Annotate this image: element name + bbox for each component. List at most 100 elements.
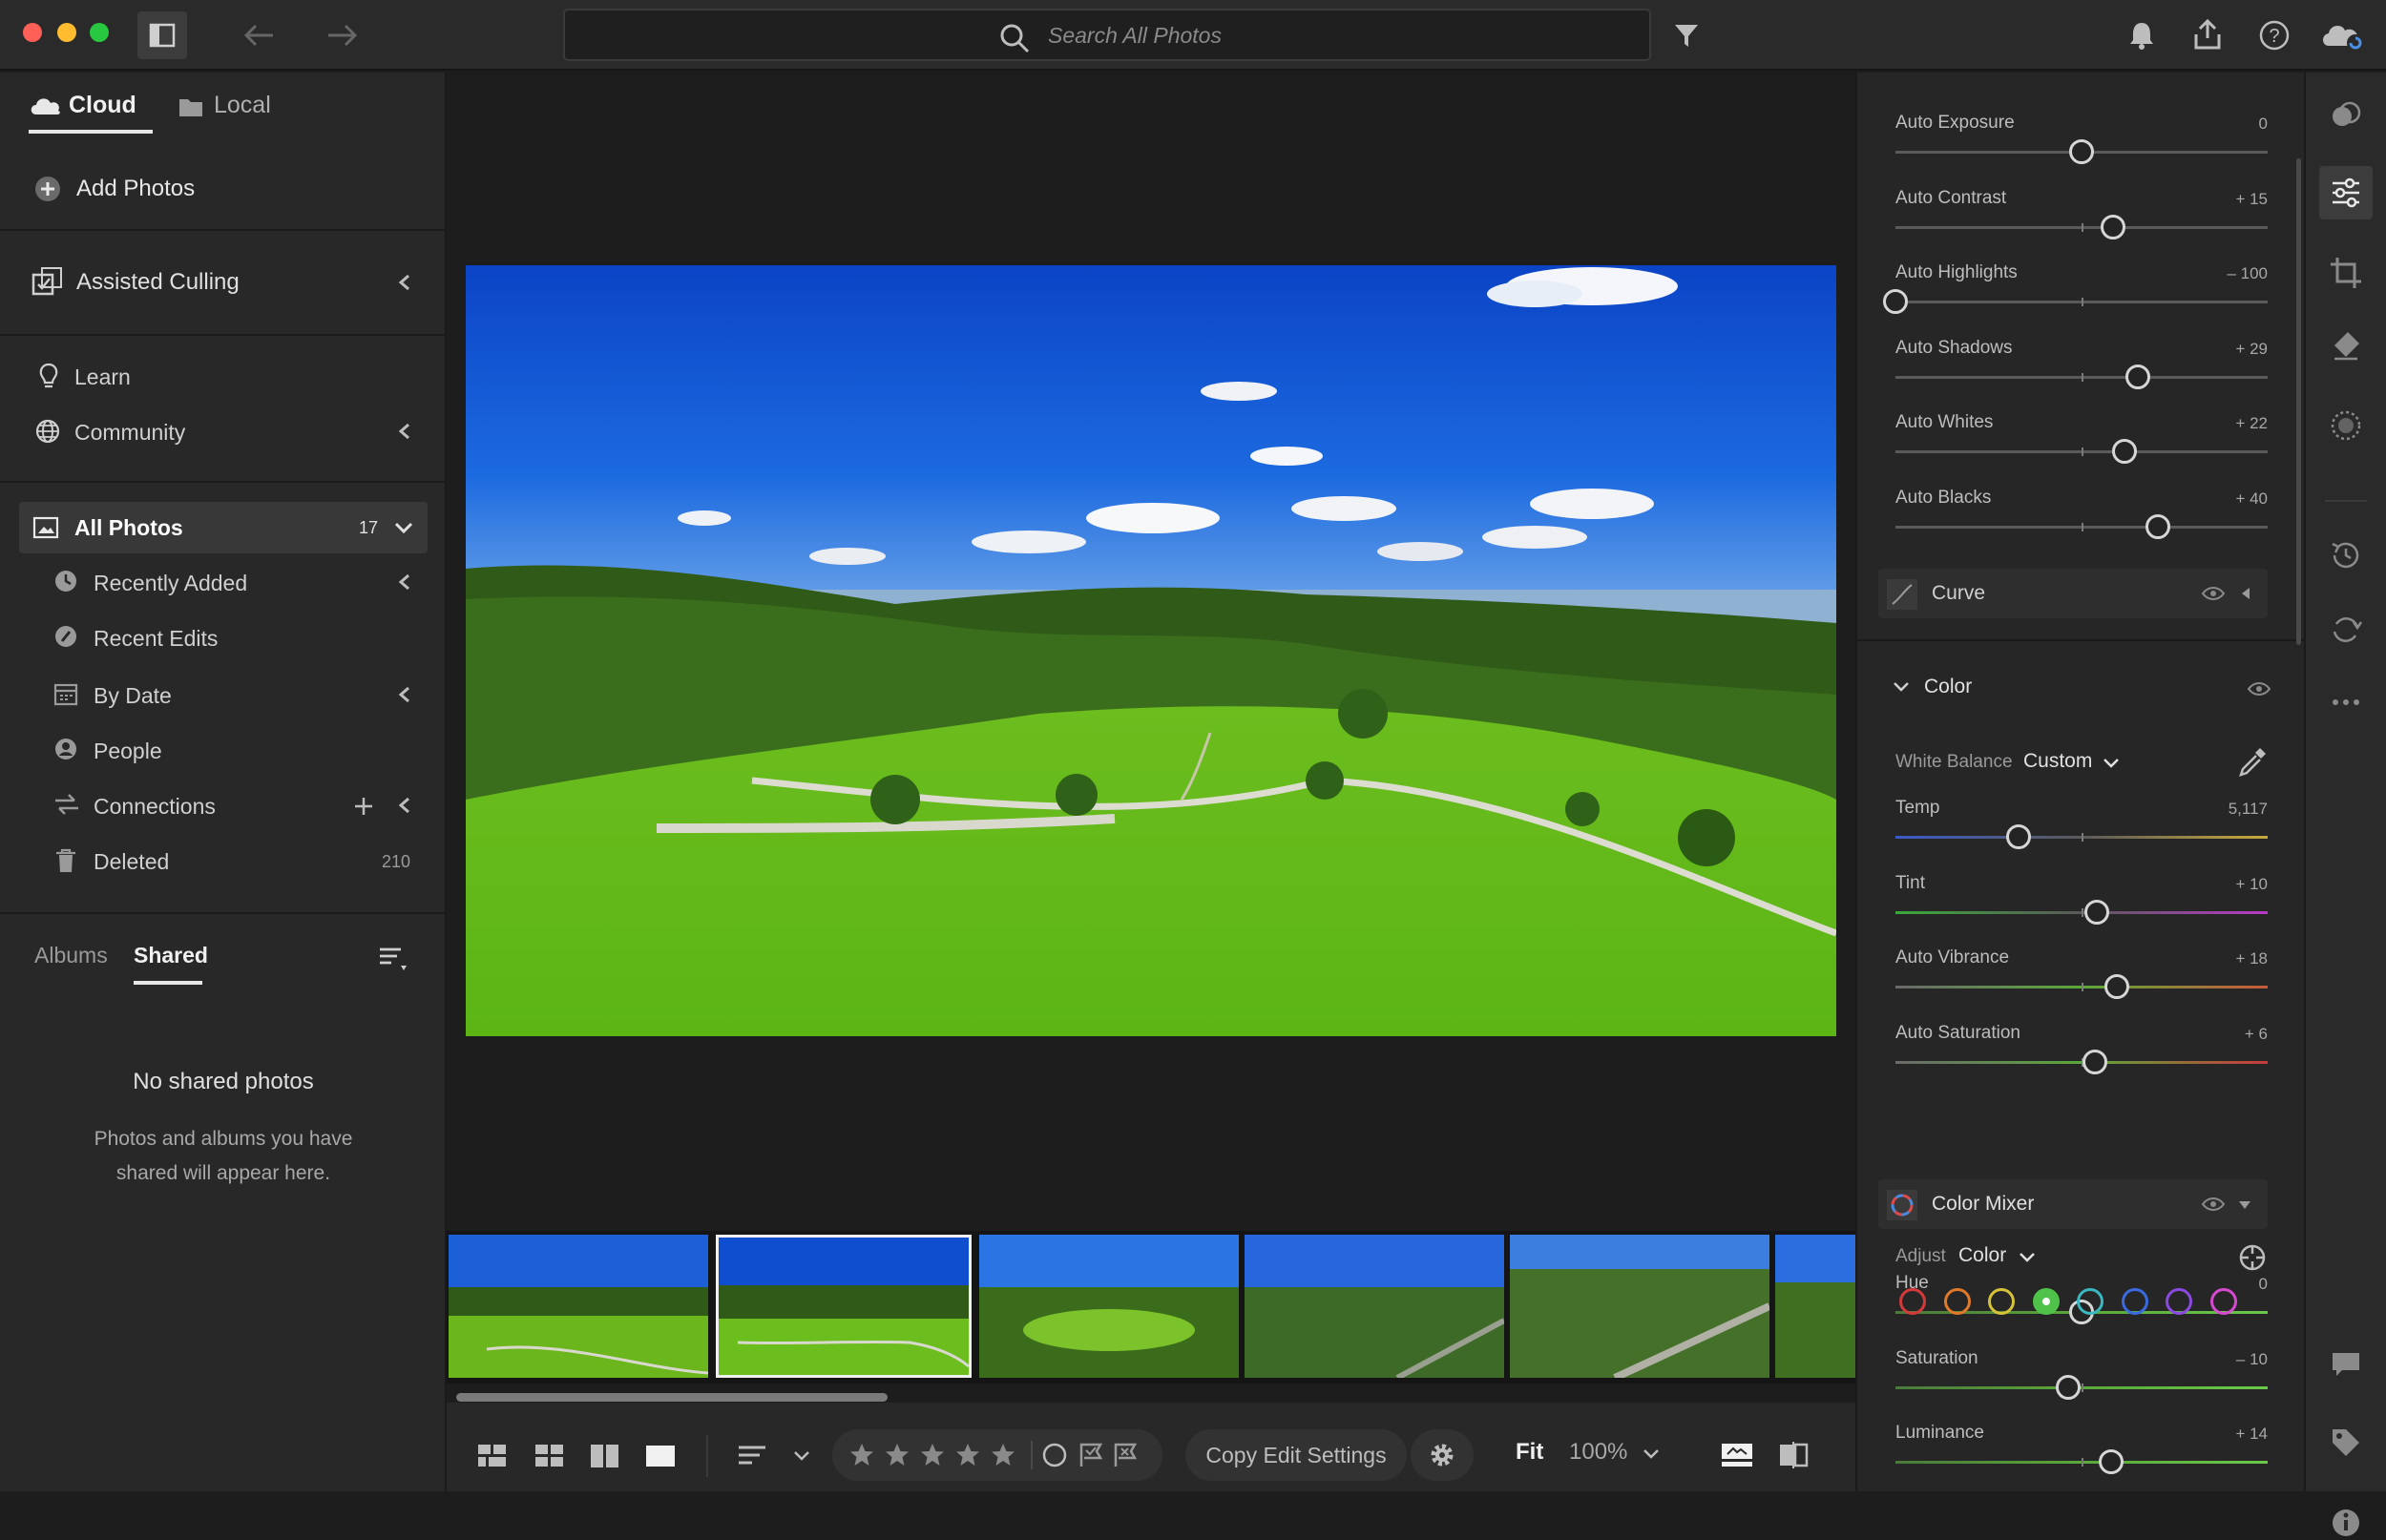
chevron-down-icon[interactable] [1642,1446,1661,1462]
edit-tool-button[interactable] [2319,166,2373,219]
tab-shared[interactable]: Shared [134,943,208,968]
minimize-window-button[interactable] [57,23,76,42]
sort-icon[interactable] [378,945,410,973]
search-input[interactable]: Search All Photos [1048,23,1222,49]
community-item[interactable]: Community [34,414,422,448]
color-swatch[interactable] [2121,1288,2148,1315]
filmstrip-thumbnail[interactable] [1245,1235,1504,1378]
slider-value[interactable]: + 6 [2172,1025,2268,1044]
comment-icon[interactable] [2329,1347,2363,1382]
filmstrip-thumbnail[interactable] [449,1235,708,1378]
slider-value[interactable]: + 15 [2172,190,2268,209]
target-adjust-icon[interactable] [2237,1242,2268,1273]
settings-button[interactable] [1411,1429,1474,1481]
assisted-culling-item[interactable]: Assisted Culling [31,263,422,302]
filmstrip-scrollbar-thumb[interactable] [456,1393,888,1402]
tag-icon[interactable] [2329,1426,2363,1460]
color-swatch[interactable] [1943,1288,1971,1315]
slider-thumb[interactable] [2104,974,2130,999]
white-balance-select[interactable]: Custom [2023,750,2092,773]
grid-icon[interactable] [534,1443,565,1469]
zoom-level[interactable]: 100% [1569,1439,1627,1466]
help-button[interactable]: ? [2258,19,2291,52]
color-swatch[interactable] [1899,1288,1926,1315]
search-bar[interactable]: Search All Photos [563,9,1651,61]
square-grid-icon[interactable] [477,1443,508,1469]
color-swatch[interactable] [2077,1288,2103,1315]
filmstrip-thumbnail[interactable] [979,1235,1239,1378]
compare-view-icon[interactable] [590,1443,620,1469]
people-item[interactable]: People [53,733,422,767]
slider-thumb[interactable] [2101,214,2126,239]
crop-icon[interactable] [2329,256,2363,290]
forward-button[interactable] [323,19,361,52]
slider-value[interactable]: + 29 [2172,340,2268,359]
add-connection-icon[interactable] [353,796,374,817]
filmstrip-scrollbar-track[interactable] [447,1391,1855,1403]
eraser-icon[interactable] [2329,328,2363,363]
slider-thumb[interactable] [2111,439,2137,464]
color-swatch[interactable] [2209,1288,2237,1315]
slider-value[interactable]: – 10 [2172,1350,2268,1369]
slider-value[interactable]: + 10 [2172,875,2268,894]
add-photos-button[interactable]: Add Photos [34,172,416,206]
sort-icon[interactable] [737,1443,769,1469]
triangle-left-icon[interactable] [2239,586,2252,601]
slider-value[interactable]: 0 [2172,114,2268,134]
slider-thumb[interactable] [2124,364,2150,389]
more-icon[interactable] [2329,685,2363,719]
flag-reject-icon[interactable] [1111,1441,1140,1469]
filmstrip-thumbnail[interactable] [1510,1235,1769,1378]
back-button[interactable] [241,19,279,52]
color-swatch[interactable] [2032,1288,2060,1315]
filmstrip-thumbnail[interactable] [1775,1235,1855,1378]
color-mixer-header[interactable]: Color Mixer [1878,1179,2268,1229]
filter-button[interactable] [1672,21,1701,50]
versions-icon[interactable] [2329,613,2363,647]
history-icon[interactable] [2329,538,2363,572]
learn-item[interactable]: Learn [34,359,416,393]
main-photo[interactable] [466,265,1836,1036]
slider-thumb[interactable] [2082,1049,2107,1074]
toggle-sidebar-button[interactable] [137,11,187,59]
slider-value[interactable]: 5,117 [2172,800,2268,819]
slider-thumb[interactable] [2145,513,2170,539]
slider-thumb[interactable] [2099,1449,2124,1474]
by-date-item[interactable]: By Date [53,677,422,712]
curve-section-header[interactable]: Curve [1878,569,2268,618]
chevron-down-icon[interactable] [1892,679,1911,695]
before-after-icon[interactable] [1777,1441,1810,1469]
slider-thumb[interactable] [2056,1374,2082,1400]
eye-icon[interactable] [2247,679,2271,698]
flag-pick-icon[interactable] [1077,1441,1105,1469]
color-swatch[interactable] [2166,1288,2192,1315]
slider-thumb[interactable] [2069,139,2094,164]
cloud-sync-button[interactable] [2319,15,2367,53]
filmstrip-thumbnail-selected[interactable] [716,1235,972,1378]
all-photos-item[interactable]: All Photos 17 [19,502,428,553]
slider-value[interactable]: + 18 [2172,949,2268,968]
color-swatch[interactable] [1988,1288,2015,1315]
share-button[interactable] [2191,17,2224,52]
circle-icon[interactable] [1040,1441,1069,1469]
slider-value[interactable]: + 22 [2172,414,2268,433]
slider-thumb[interactable] [2005,824,2031,849]
adjust-select[interactable]: Color [1958,1244,2006,1267]
close-window-button[interactable] [23,23,42,42]
triangle-down-icon[interactable] [2237,1198,2252,1212]
slider-thumb[interactable] [2083,899,2109,925]
deleted-item[interactable]: Deleted 210 [53,843,422,878]
recent-edits-item[interactable]: Recent Edits [53,620,422,655]
slider-value[interactable]: + 40 [2172,489,2268,509]
notifications-button[interactable] [2126,19,2157,52]
chevron-down-icon[interactable] [2018,1250,2037,1265]
presets-icon[interactable] [2329,99,2363,134]
eye-icon[interactable] [2201,1195,2226,1214]
filmstrip-toggle-icon[interactable] [1720,1441,1754,1469]
tab-albums[interactable]: Albums [34,943,108,968]
slider-value[interactable]: – 100 [2172,264,2268,283]
color-section-title[interactable]: Color [1924,676,1972,698]
connections-item[interactable]: Connections [53,788,422,822]
star-rating[interactable] [848,1441,1019,1469]
chevron-down-icon[interactable] [792,1448,811,1464]
